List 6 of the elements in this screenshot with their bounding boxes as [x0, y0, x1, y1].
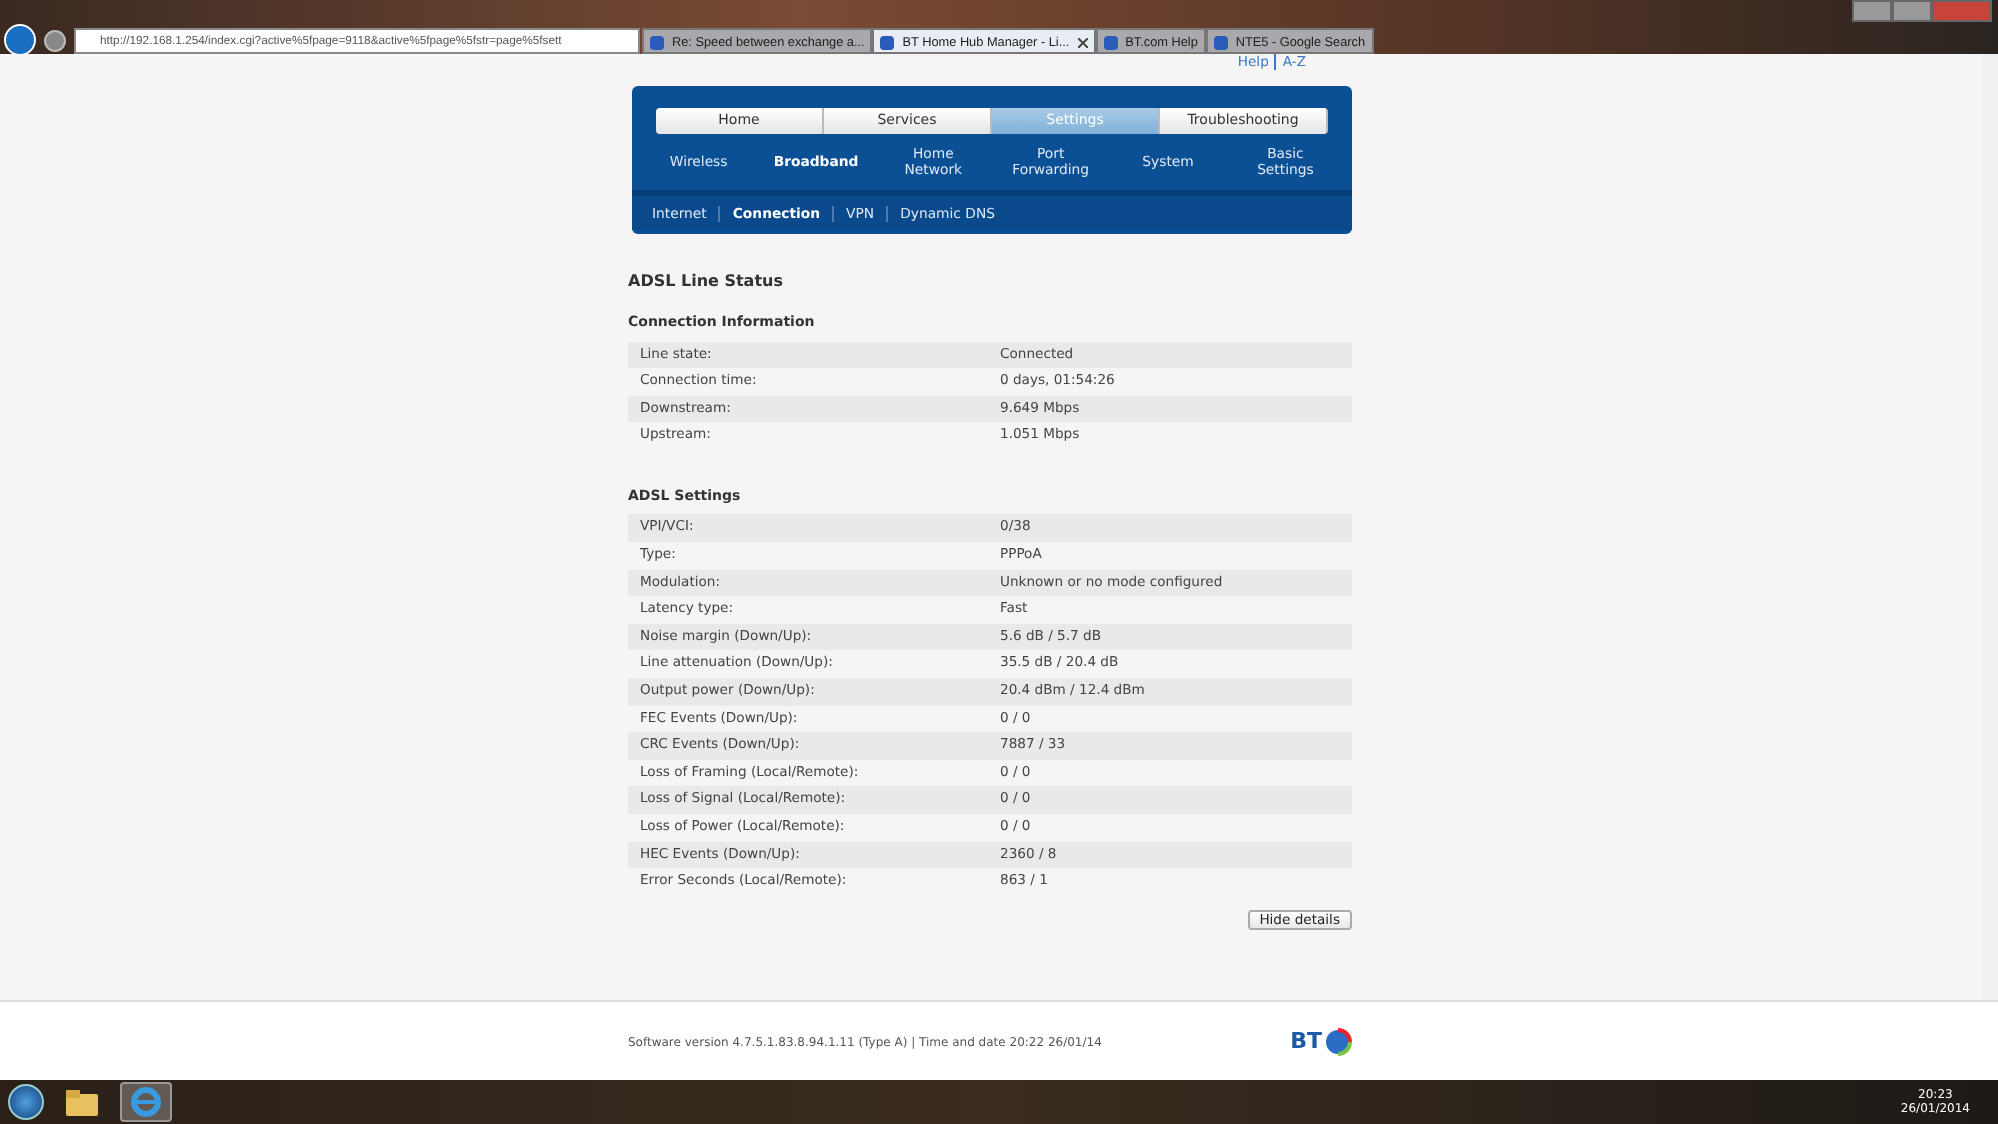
- forward-button[interactable]: [44, 30, 66, 52]
- back-button[interactable]: [4, 24, 36, 56]
- start-button[interactable]: [8, 1084, 44, 1120]
- close-icon[interactable]: [1077, 38, 1088, 48]
- bt-logo: BT: [1290, 1025, 1352, 1059]
- page-heading: ADSL Line Status: [628, 270, 785, 294]
